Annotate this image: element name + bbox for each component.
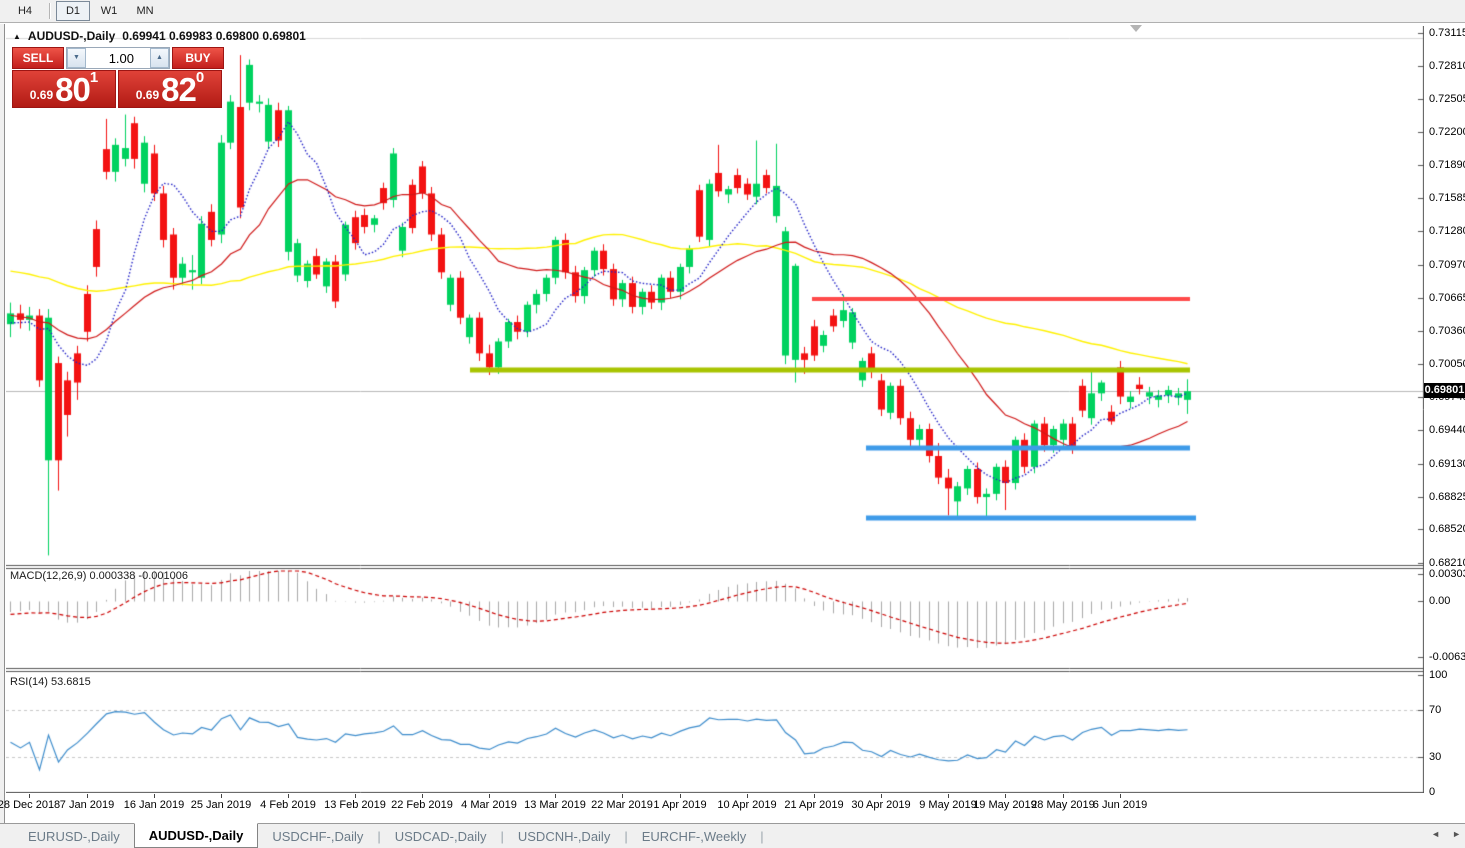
price-tick-label: 0.71585 (1429, 192, 1465, 205)
date-tick-mark (622, 794, 623, 798)
date-tick-mark (555, 794, 556, 798)
tab-usdcad[interactable]: USDCAD-,Daily (381, 824, 501, 848)
sell-price-box[interactable]: 0.69 80 1 (12, 70, 116, 108)
buy-price-big: 82 (161, 71, 197, 108)
date-tick-mark (422, 794, 423, 798)
sell-price-big: 80 (55, 71, 91, 108)
volume-increase-icon[interactable]: ▲ (150, 48, 169, 68)
chart-symbol-label: AUDUSD-,Daily (27, 29, 116, 43)
date-tick-mark (948, 794, 949, 798)
sell-price-pip: 1 (89, 69, 99, 86)
price-tick-label: 0.70050 (1429, 358, 1465, 371)
date-tick-mark (814, 794, 815, 798)
buy-price-pip: 0 (195, 69, 205, 86)
date-tick-mark (288, 794, 289, 798)
date-tick-mark (154, 794, 155, 798)
price-tick-label: 0.69440 (1429, 424, 1465, 437)
macd-label: MACD(12,26,9) 0.000338 -0.001006 (10, 570, 188, 582)
price-tick-label: 0.72200 (1429, 125, 1465, 138)
mt4-window: H4 D1 W1 MN ▲ AUDUSD-,Daily 0.69941 0.69… (0, 0, 1465, 848)
price-tick-label: 0.72810 (1429, 59, 1465, 72)
date-tick-mark (881, 794, 882, 798)
timeframe-mn-button[interactable]: MN (128, 1, 162, 21)
price-tick-label: 0.70970 (1429, 258, 1465, 271)
date-tick-mark (747, 794, 748, 798)
tab-usdcnh[interactable]: USDCNH-,Daily (504, 824, 624, 848)
chart-title: ▲ AUDUSD-,Daily 0.69941 0.69983 0.69800 … (13, 29, 306, 43)
tab-audusd[interactable]: AUDUSD-,Daily (133, 823, 259, 848)
price-tick-label: 0.73115 (1429, 27, 1465, 39)
date-tick-mark (489, 794, 490, 798)
macd-tick-label: 0.003035 (1429, 568, 1465, 581)
date-tick-mark (355, 794, 356, 798)
tab-scroll-arrows: ◄ ► (1431, 829, 1461, 839)
date-tick-mark (29, 794, 30, 798)
sell-price-prefix: 0.69 (29, 88, 54, 102)
rsi-tick-label: 70 (1429, 704, 1442, 717)
window-left-edge (0, 24, 5, 823)
price-tick-label: 0.70360 (1429, 324, 1465, 337)
buy-price-box[interactable]: 0.69 82 0 (118, 70, 222, 108)
buy-button[interactable]: BUY (172, 47, 224, 69)
price-tick-label: 0.71890 (1429, 159, 1465, 172)
macd-tick-label: 0.00 (1429, 595, 1451, 607)
chart-canvas[interactable] (6, 26, 1424, 793)
time-axis[interactable]: 28 Dec 2018 7 Jan 2019 16 Jan 2019 25 Jan 2… (0, 794, 1424, 821)
rsi-tick-label: 30 (1429, 750, 1442, 763)
price-tick-label: 0.68520 (1429, 523, 1465, 536)
date-tick-mark (1063, 794, 1064, 798)
price-tick-label: 0.69130 (1429, 457, 1465, 470)
tab-scroll-left-icon[interactable]: ◄ (1431, 829, 1440, 839)
volume-spinner: ▼ ▲ (66, 47, 170, 69)
tab-eurchf[interactable]: EURCHF-,Weekly (628, 824, 761, 848)
one-click-trading-panel: SELL ▼ ▲ BUY 0.69 80 1 0.69 82 0 (12, 47, 224, 108)
collapse-panel-icon[interactable]: ▲ (13, 32, 21, 41)
macd-tick-label: -0.006311 (1429, 650, 1465, 663)
volume-decrease-icon[interactable]: ▼ (67, 48, 86, 68)
tab-usdchf[interactable]: USDCHF-,Daily (258, 824, 377, 848)
timeframe-toolbar: H4 D1 W1 MN (0, 0, 1465, 23)
price-tick-label: 0.72505 (1429, 92, 1465, 105)
chart-shift-marker-icon[interactable] (1130, 25, 1142, 32)
buy-price-prefix: 0.69 (135, 88, 160, 102)
sell-button[interactable]: SELL (12, 47, 64, 69)
chart-ohlc-quote: 0.69941 0.69983 0.69800 0.69801 (122, 29, 306, 43)
price-tick-label: 0.68825 (1429, 490, 1465, 503)
price-tick-label: 0.70665 (1429, 291, 1465, 304)
date-tick-mark (87, 794, 88, 798)
price-tick-label: 0.68210 (1429, 556, 1465, 569)
price-axis[interactable]: 0.682100.685200.688250.691300.694400.697… (1424, 24, 1465, 798)
volume-input[interactable] (86, 48, 150, 68)
timeframe-h4-button[interactable]: H4 (8, 1, 42, 21)
rsi-tick-label: 0 (1429, 786, 1436, 798)
rsi-label: RSI(14) 53.6815 (10, 676, 91, 688)
date-tick-mark (680, 794, 681, 798)
chart-tab-bar: EURUSD-,Daily AUDUSD-,Daily USDCHF-,Daily |… (0, 823, 1465, 848)
date-tick-mark (221, 794, 222, 798)
timeframe-w1-button[interactable]: W1 (92, 1, 126, 21)
tab-scroll-right-icon[interactable]: ► (1452, 829, 1461, 839)
toolbar-divider (49, 3, 51, 19)
rsi-tick-label: 100 (1429, 669, 1448, 681)
current-price-badge: 0.69801 (1424, 383, 1465, 398)
date-tick-mark (1005, 794, 1006, 798)
date-tick-label: 6 Jun 2019 (1092, 799, 1148, 811)
date-tick-mark (1120, 794, 1121, 798)
timeframe-d1-button[interactable]: D1 (56, 1, 90, 21)
price-tick-label: 0.71280 (1429, 225, 1465, 238)
tab-eurusd[interactable]: EURUSD-,Daily (14, 824, 134, 848)
tab-separator: | (760, 828, 764, 844)
window-top-highlight (0, 23, 1465, 24)
